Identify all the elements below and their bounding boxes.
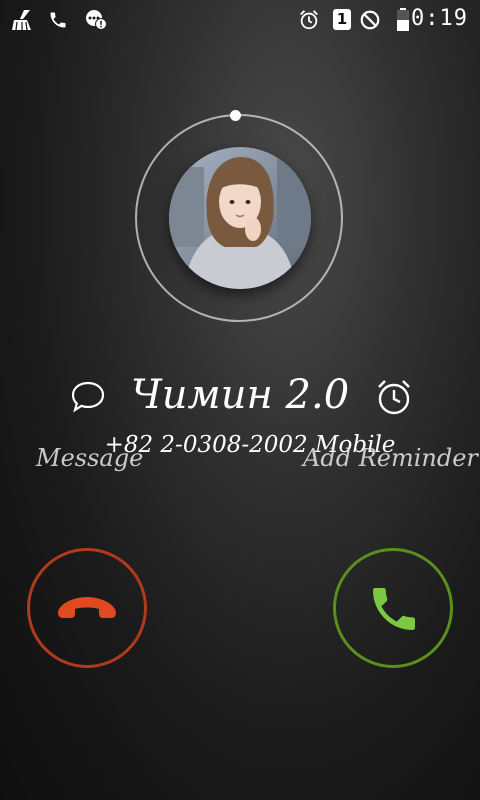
decline-call-button[interactable] xyxy=(27,548,147,668)
add-reminder-icon[interactable] xyxy=(374,378,414,416)
sim-icon: 1 xyxy=(333,9,351,30)
alarm-icon xyxy=(300,10,318,30)
phone-icon xyxy=(50,12,66,28)
battery-icon xyxy=(397,8,409,31)
notification-icon xyxy=(86,10,107,30)
cleaner-icon xyxy=(12,10,31,31)
answer-call-button[interactable] xyxy=(333,548,453,668)
do-not-disturb-icon xyxy=(360,10,380,30)
answer-phone-icon xyxy=(373,588,415,630)
ring-indicator-dot xyxy=(230,110,241,121)
hang-up-icon xyxy=(58,597,116,618)
caller-avatar xyxy=(169,147,311,289)
add-reminder-label[interactable]: Add Reminder xyxy=(303,444,478,472)
status-bar: 1 0:19 xyxy=(0,0,480,40)
clock: 0:19 xyxy=(411,6,468,31)
message-label[interactable]: Message xyxy=(36,444,143,472)
caller-name: Чимин 2.0 xyxy=(130,372,350,418)
